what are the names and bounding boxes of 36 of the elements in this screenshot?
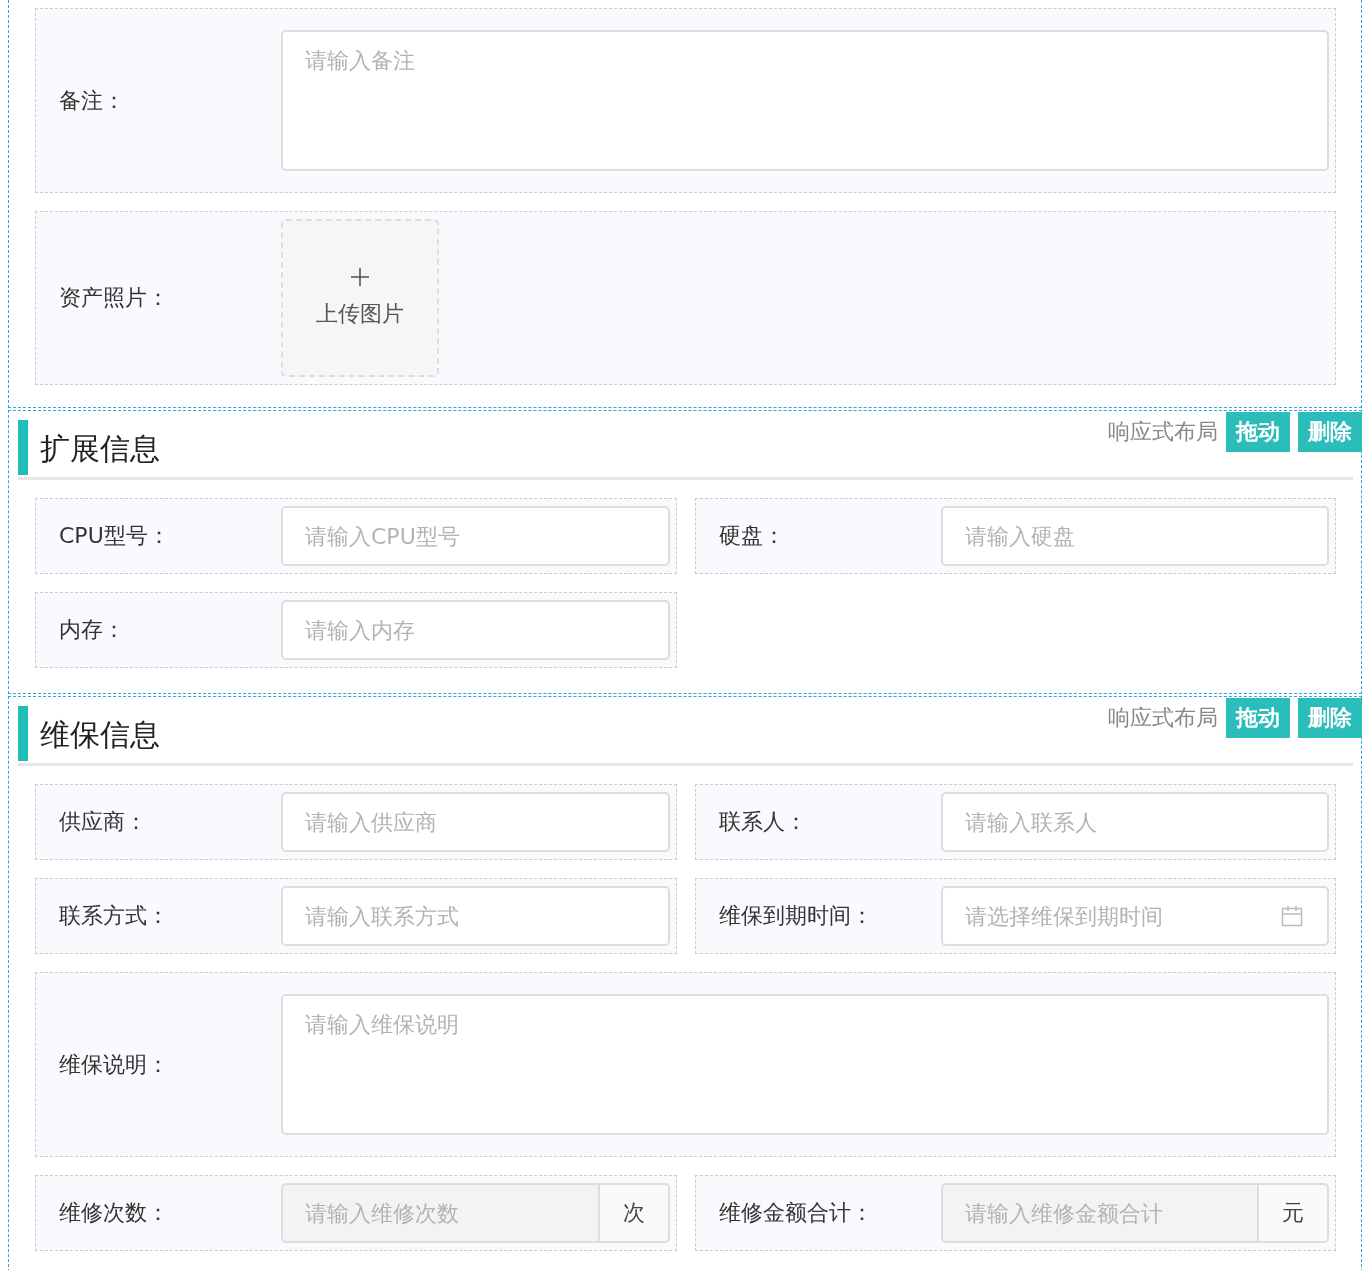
field-label: 维保说明：: [58, 1050, 170, 1079]
field-label: 硬盘：: [717, 522, 786, 550]
title-accent-bar: [18, 419, 28, 475]
field-label: 维修金额合计：: [717, 1199, 874, 1227]
field-label: 维保到期时间：: [717, 902, 874, 930]
input-field[interactable]: 请输入CPU型号: [281, 506, 670, 566]
textarea-field[interactable]: 请输入维保说明: [281, 994, 1329, 1135]
field-label: 联系人：: [717, 808, 808, 836]
title-accent-bar: [18, 705, 28, 761]
layout-label: 响应式布局: [1108, 418, 1218, 446]
field-label: 维修次数：: [58, 1199, 170, 1227]
field-label: CPU型号：: [58, 522, 171, 550]
calendar-icon: [1281, 905, 1303, 927]
date-picker-field[interactable]: 请选择维保到期时间: [940, 886, 1329, 946]
field-label: 资产照片：: [58, 284, 170, 312]
toolbar-button[interactable]: 删除: [1298, 698, 1362, 738]
input-field[interactable]: 请输入联系方式: [281, 886, 670, 946]
plus-icon: [350, 267, 370, 287]
toolbar-button[interactable]: 删除: [1298, 412, 1362, 452]
input-field[interactable]: 请输入供应商: [281, 792, 670, 852]
upload-button[interactable]: 上传图片: [281, 219, 439, 377]
toolbar-button[interactable]: 拖动: [1226, 412, 1290, 452]
section-title: 维保信息: [40, 715, 160, 754]
unit-addon: 次: [599, 1183, 670, 1243]
input-field[interactable]: 请输入硬盘: [940, 506, 1329, 566]
input-field[interactable]: 请输入联系人: [940, 792, 1329, 852]
unit-addon: 元: [1259, 1183, 1329, 1243]
field-label: 内存：: [58, 616, 126, 644]
textarea-field[interactable]: 请输入备注: [281, 30, 1329, 171]
layout-label: 响应式布局: [1108, 704, 1218, 732]
input-field[interactable]: 请输入内存: [281, 600, 670, 660]
section-title: 扩展信息: [40, 429, 160, 468]
toolbar-button[interactable]: 拖动: [1226, 698, 1290, 738]
field-label: 供应商：: [58, 808, 148, 836]
field-label: 联系方式：: [58, 902, 170, 930]
field-label: 备注：: [58, 86, 126, 115]
